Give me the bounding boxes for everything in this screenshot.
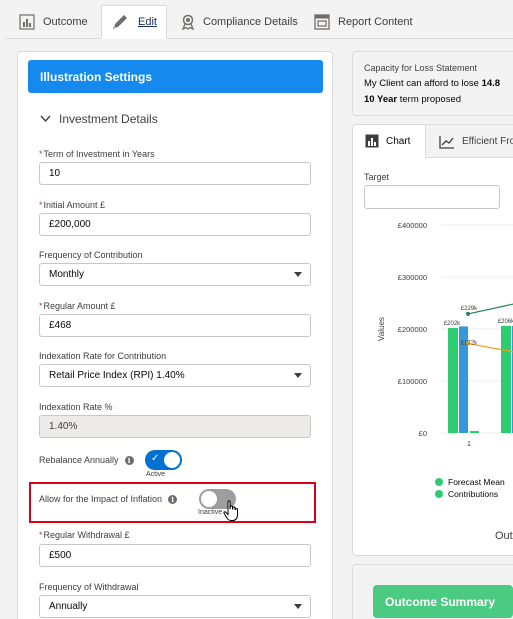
capacity-line-2: 10 Year term proposed — [364, 94, 462, 105]
y-axis-label: Values — [377, 317, 386, 341]
tab-efficient-frontier[interactable]: Efficient Fro — [439, 125, 513, 158]
dropdown-caret-icon — [294, 604, 302, 609]
indexation-rate-label: Indexation Rate % — [39, 402, 113, 412]
data-label: £172k — [461, 341, 478, 347]
capacity-line-1: My Client can afford to lose 14.8 — [364, 78, 501, 89]
tab-report-content-label: Report Content — [338, 16, 413, 28]
data-label: £229k — [461, 306, 478, 312]
chevron-down-icon — [40, 115, 51, 123]
y-tick-label: £0 — [419, 429, 427, 438]
term-input[interactable]: 10 — [39, 162, 311, 185]
capacity-title: Capacity for Loss Statement — [364, 63, 478, 73]
term-label: *Term of Investment in Years — [39, 149, 155, 159]
x-tick-label: 1 — [467, 439, 471, 448]
y-tick-label: £400000 — [398, 221, 427, 230]
award-icon — [181, 14, 195, 30]
bar-forecast-mean-small — [470, 431, 479, 433]
data-label: £202k — [444, 321, 461, 327]
target-input[interactable] — [364, 185, 500, 209]
legend-label: Forecast Mean — [448, 477, 505, 487]
info-icon[interactable]: i — [124, 455, 134, 465]
target-label: Target — [364, 172, 390, 182]
tab-chart[interactable]: Chart — [353, 125, 426, 158]
investment-details-title: Investment Details — [59, 112, 158, 126]
tab-outcome[interactable]: Outcome — [11, 5, 101, 39]
tab-efficient-frontier-label: Efficient Fro — [462, 136, 513, 147]
frequency-withdrawal-label: Frequency of Withdrawal — [39, 582, 139, 592]
dropdown-caret-icon — [294, 272, 302, 277]
chart-tab-bar: Chart Efficient Fro — [353, 125, 513, 158]
check-icon: ✓ — [151, 453, 160, 464]
regular-withdrawal-input[interactable]: £500 — [39, 544, 311, 567]
point-upper — [466, 311, 470, 316]
rebalance-label: Rebalance Annually i — [39, 455, 134, 465]
frequency-withdrawal-select[interactable]: Annually — [39, 595, 311, 618]
rebalance-state: Active — [146, 471, 166, 478]
indexation-rate-contribution-select[interactable]: Retail Price Index (RPI) 1.40% — [39, 364, 311, 387]
frequency-contribution-select[interactable]: Monthly — [39, 263, 311, 286]
pencil-icon — [112, 15, 127, 30]
frequency-contribution-value: Monthly — [49, 269, 85, 280]
regular-amount-label: *Regular Amount £ — [39, 301, 116, 311]
legend-dot — [435, 490, 443, 498]
chart-card: Chart Efficient Fro Target £400000 £30000… — [352, 124, 513, 556]
dropdown-caret-icon — [294, 373, 302, 378]
illustration-settings-header: Illustration Settings — [28, 60, 323, 93]
bar-forecast-mean — [448, 327, 458, 433]
forecast-chart: £400000 £300000 £200000 £100000 £0 Values £202… — [377, 221, 513, 542]
tab-edit[interactable]: Edit — [101, 5, 167, 39]
tab-chart-label: Chart — [386, 135, 411, 147]
top-tab-bar: Outcome Edit Compliance Details Report C… — [5, 5, 513, 39]
indexation-rate-contribution-label: Indexation Rate for Contribution — [39, 351, 167, 361]
tab-outcome-label: Outcome — [43, 16, 88, 28]
investment-details-toggle[interactable]: Investment Details — [40, 112, 158, 126]
outcome-summary-button[interactable]: Outcome Summary — [373, 585, 513, 618]
y-tick-label: £200000 — [398, 325, 427, 334]
initial-amount-label: *Initial Amount £ — [39, 200, 106, 210]
bar-chart-icon — [19, 14, 35, 30]
capacity-for-loss-card: Capacity for Loss Statement My Client ca… — [352, 51, 513, 116]
initial-amount-input[interactable]: £200,000 — [39, 213, 311, 236]
illustration-settings-card: Illustration Settings Investment Details… — [17, 51, 333, 619]
tab-compliance-details[interactable]: Compliance Details — [175, 5, 305, 39]
line-chart-icon — [439, 135, 454, 149]
y-tick-label: £300000 — [398, 273, 427, 282]
legend-dot — [435, 478, 443, 486]
indexation-rate-contribution-value: Retail Price Index (RPI) 1.40% — [49, 370, 185, 381]
inflation-highlight-box — [29, 482, 316, 523]
tab-edit-label: Edit — [138, 16, 157, 28]
y-tick-label: £100000 — [398, 377, 427, 386]
outcome-label: Out — [495, 530, 513, 542]
indexation-rate-input: 1.40% — [39, 415, 311, 438]
bar-chart-icon — [365, 134, 379, 148]
frequency-withdrawal-value: Annually — [49, 601, 88, 612]
toggle-knob — [164, 452, 180, 468]
tab-report-content[interactable]: Report Content — [310, 5, 420, 39]
report-icon — [314, 14, 330, 30]
bar-forecast-mean-2 — [501, 325, 511, 433]
rebalance-toggle[interactable]: ✓ — [145, 450, 182, 470]
frequency-contribution-label: Frequency of Contribution — [39, 250, 143, 260]
legend-label: Contributions — [448, 489, 498, 499]
outcome-summary-card: Outcome Summary — [352, 564, 513, 619]
regular-amount-input[interactable]: £468 — [39, 314, 311, 337]
data-label: £206k — [498, 319, 513, 325]
tab-compliance-details-label: Compliance Details — [203, 16, 298, 28]
regular-withdrawal-label: *Regular Withdrawal £ — [39, 530, 130, 540]
